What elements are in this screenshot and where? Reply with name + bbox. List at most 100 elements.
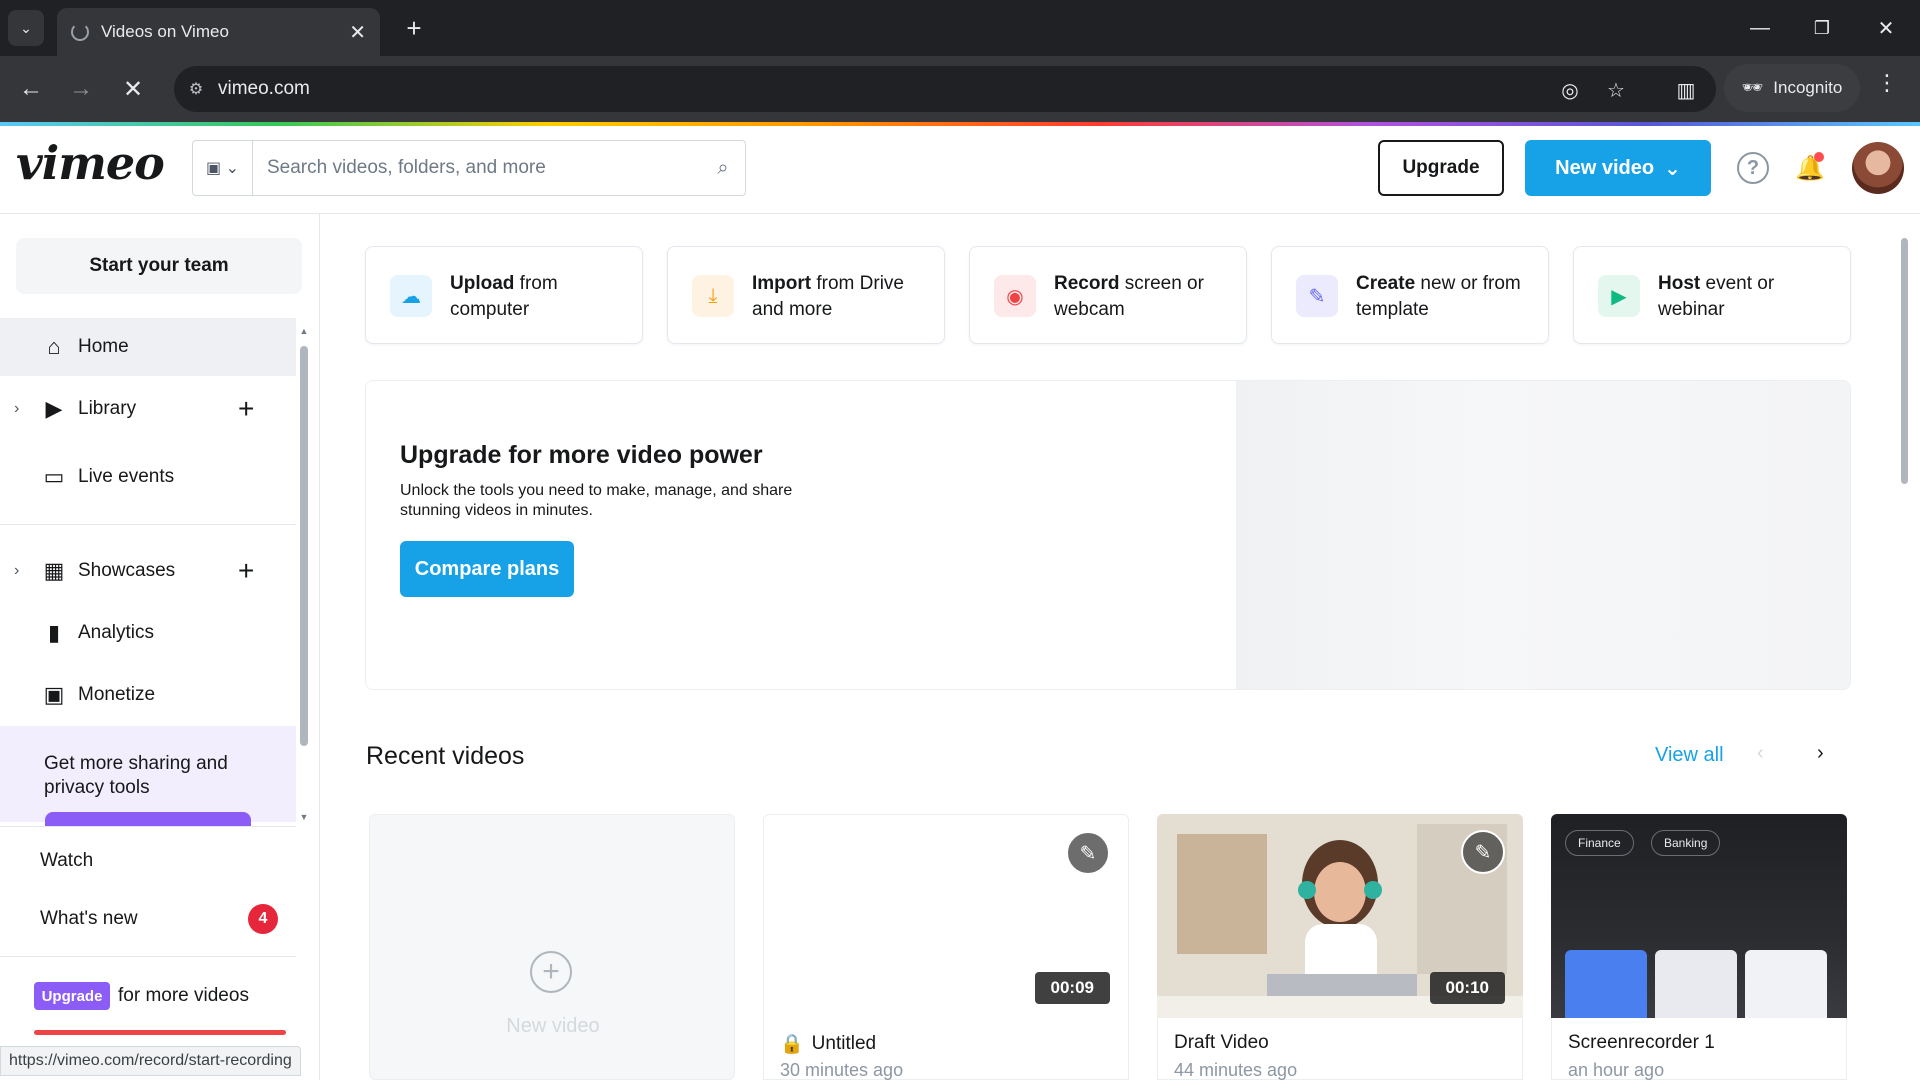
sidebar-item-label: Showcases [78, 560, 176, 581]
video-duration: 00:09 [1034, 972, 1110, 1004]
edit-video-icon[interactable]: ✎ [1066, 831, 1110, 875]
minimize-icon[interactable]: — [1740, 10, 1780, 46]
bar-chart-icon: ▮ [47, 620, 61, 645]
incognito-indicator[interactable]: 🕶 Incognito [1724, 64, 1860, 112]
restore-icon[interactable]: ❐ [1802, 10, 1842, 46]
host-card[interactable]: ▶ Host event or webinar [1573, 246, 1851, 344]
view-all-link[interactable]: View all [1655, 744, 1724, 767]
scroll-down-icon[interactable]: ▼ [298, 812, 310, 822]
video-meta: Screenrecorder 1 an hour ago [1551, 1018, 1847, 1080]
browser-tab[interactable]: Videos on Vimeo ✕ [57, 8, 380, 56]
camera-icon: ▭ [43, 464, 65, 489]
forward-icon[interactable]: → [62, 70, 100, 108]
upload-bold: Upload [450, 273, 515, 294]
thumb-tile [1655, 950, 1737, 1018]
video-filter-icon: ▣ ⌄ [206, 160, 239, 177]
search-input[interactable] [253, 157, 701, 179]
browser-tab-bar: ⌄ Videos on Vimeo ✕ + — ❐ ✕ [0, 0, 1920, 56]
avatar[interactable] [1852, 142, 1904, 194]
video-card-untitled[interactable]: ✎ 00:09 🔒 Untitled 30 minutes ago [763, 814, 1129, 1080]
upgrade-panel-title: Upgrade for more video power [400, 441, 763, 469]
upload-card[interactable]: ☁ Upload from computer [365, 246, 643, 344]
search-box: ▣ ⌄ ⌕ [192, 140, 746, 196]
bookmark-star-icon[interactable]: ☆ [1602, 76, 1630, 104]
compare-plans-button[interactable]: Compare plans [400, 541, 574, 597]
video-title[interactable]: Screenrecorder 1 [1568, 1032, 1715, 1054]
main-scrollbar[interactable] [1897, 214, 1911, 1080]
address-bar[interactable]: ⚙ vimeo.com ◎ ☆ [174, 66, 1716, 112]
upgrade-chip[interactable]: Upgrade [34, 982, 110, 1010]
sidebar-item-monetize[interactable]: ▣ Monetize [0, 666, 296, 724]
vimeo-logo[interactable]: vimeo [16, 136, 165, 190]
lock-icon: 🔒 [780, 1034, 804, 1055]
whats-new-link[interactable]: What's new [40, 908, 138, 930]
new-video-card[interactable]: + New video [369, 814, 735, 1080]
url-text: vimeo.com [218, 78, 310, 99]
sidebar: Start your team ⌂ Home › ▶ Library + ▭ L… [0, 214, 320, 1080]
carousel-prev-icon[interactable]: ‹ [1757, 742, 1764, 765]
video-thumbnail[interactable]: ✎ 00:09 [763, 814, 1129, 1018]
divider [0, 956, 296, 957]
import-card[interactable]: ⤓ Import from Drive and more [667, 246, 945, 344]
eye-off-icon[interactable]: ◎ [1556, 76, 1584, 104]
close-tab-icon[interactable]: ✕ [349, 20, 366, 45]
carousel-next-icon[interactable]: › [1817, 742, 1824, 765]
sidebar-item-label: Home [78, 336, 129, 357]
sidebar-item-home[interactable]: ⌂ Home [0, 318, 296, 376]
close-window-icon[interactable]: ✕ [1866, 10, 1906, 46]
sidebar-item-live-events[interactable]: ▭ Live events [0, 448, 296, 506]
divider [0, 826, 296, 827]
start-team-button[interactable]: Start your team [16, 238, 302, 294]
home-icon: ⌂ [47, 334, 61, 359]
chevron-right-icon[interactable]: › [14, 562, 19, 580]
browser-menu-icon[interactable]: ⋮ [1872, 70, 1902, 96]
watch-link[interactable]: Watch [40, 850, 93, 872]
download-icon: ⤓ [692, 275, 734, 317]
whats-new-badge: 4 [248, 904, 278, 934]
video-title[interactable]: Untitled [812, 1033, 876, 1055]
stop-loading-icon[interactable]: ✕ [114, 70, 152, 108]
scrollbar-thumb[interactable] [1901, 238, 1908, 484]
video-title[interactable]: Draft Video [1174, 1032, 1269, 1054]
scroll-up-icon[interactable]: ▲ [298, 326, 310, 336]
thumb-tile [1745, 950, 1827, 1018]
side-panel-icon[interactable]: ▥ [1672, 76, 1700, 104]
record-icon: ◉ [994, 275, 1036, 317]
notifications-button[interactable]: 🔔 [1790, 148, 1830, 188]
new-video-label: New video [1555, 156, 1655, 179]
sidebar-item-library[interactable]: › ▶ Library + [0, 380, 296, 438]
tab-search-button[interactable]: ⌄ [8, 10, 44, 46]
browser-toolbar: ← → ✕ ⚙ vimeo.com ◎ ☆ ▥ 🕶 Incognito ⋮ [0, 56, 1920, 122]
create-card[interactable]: ✎ Create new or from template [1271, 246, 1549, 344]
video-card-screenrecorder[interactable]: Finance Banking Screenrecorder 1 an hour… [1551, 814, 1847, 1080]
record-bold: Record [1054, 273, 1120, 294]
video-title-row: 🔒 Untitled [780, 1032, 876, 1056]
upgrade-button[interactable]: Upgrade [1378, 140, 1504, 196]
host-card-text: Host event or webinar [1658, 271, 1838, 323]
site-info-icon[interactable]: ⚙ [174, 79, 218, 99]
add-library-icon[interactable]: + [238, 393, 254, 425]
add-showcase-icon[interactable]: + [238, 555, 254, 587]
video-thumbnail[interactable]: Finance Banking [1551, 814, 1847, 1018]
sidebar-item-label: Monetize [78, 684, 156, 705]
new-tab-button[interactable]: + [398, 12, 430, 44]
divider [0, 524, 296, 525]
search-icon[interactable]: ⌕ [701, 157, 745, 180]
record-card[interactable]: ◉ Record screen or webcam [969, 246, 1247, 344]
search-filter-dropdown[interactable]: ▣ ⌄ [193, 141, 253, 195]
sidebar-item-showcases[interactable]: › ▦ Showcases + [0, 542, 296, 600]
upgrade-panel: Upgrade for more video power Unlock the … [365, 380, 1851, 690]
sidebar-scrollbar[interactable]: ▲ ▼ [298, 326, 310, 824]
scrollbar-thumb[interactable] [300, 346, 308, 746]
app-header: vimeo ▣ ⌄ ⌕ Upgrade New video ⌄ ? 🔔 [0, 126, 1920, 214]
edit-video-icon[interactable]: ✎ [1461, 830, 1505, 874]
promo-button[interactable] [45, 812, 251, 826]
chevron-right-icon[interactable]: › [14, 400, 19, 418]
video-thumbnail[interactable]: ✎ 00:10 [1157, 814, 1523, 1018]
back-icon[interactable]: ← [12, 70, 50, 108]
help-button[interactable]: ? [1733, 148, 1773, 188]
new-video-button[interactable]: New video ⌄ [1525, 140, 1711, 196]
sidebar-item-analytics[interactable]: ▮ Analytics [0, 604, 296, 662]
video-card-draft[interactable]: ✎ 00:10 Draft Video 44 minutes ago [1157, 814, 1523, 1080]
host-bold: Host [1658, 273, 1701, 294]
